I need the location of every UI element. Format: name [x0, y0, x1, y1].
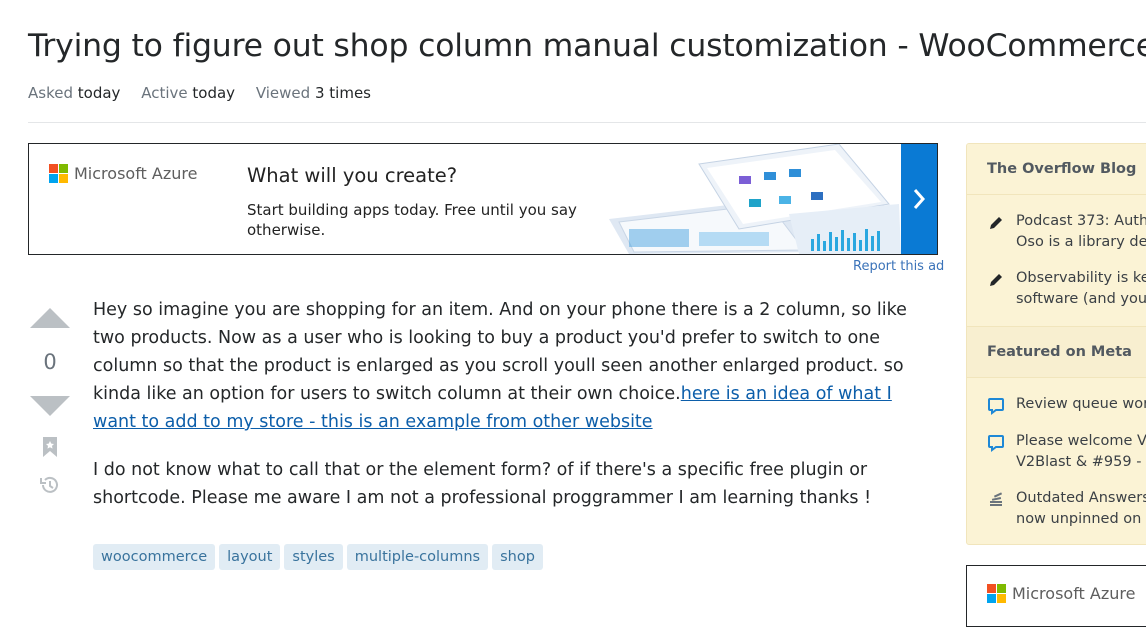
blog-item-line2: Oso is a library des: [1016, 234, 1146, 250]
meta-item-line2: V2Blast & #959 - S: [1016, 454, 1146, 470]
blog-item-line1: Podcast 373: Auth: [1016, 213, 1146, 229]
sidebar-widget: The Overflow Blog Podcast 373: Auth Oso …: [966, 143, 1146, 545]
viewed-label: Viewed: [255, 84, 311, 102]
microsoft-logo-icon: [987, 584, 1006, 603]
chevron-right-icon: [913, 189, 926, 209]
tag-styles[interactable]: styles: [284, 544, 343, 570]
meta-item[interactable]: Review queue wor: [967, 394, 1146, 415]
meta-item-line1: Outdated Answers: [1016, 490, 1146, 506]
sidebar-ad-logo: Microsoft Azure: [987, 584, 1135, 603]
sidebar-ad[interactable]: Microsoft Azure: [966, 565, 1146, 627]
tag-woocommerce[interactable]: woocommerce: [93, 544, 216, 570]
tag-shop[interactable]: shop: [492, 544, 543, 570]
header-divider: [28, 122, 1146, 123]
ad-next-button[interactable]: [901, 144, 937, 254]
upvote-arrow-icon[interactable]: [30, 308, 70, 328]
ad-brand-name: Microsoft Azure: [74, 164, 198, 183]
pencil-icon: [990, 217, 1002, 229]
meta-heading: Featured on Meta: [967, 326, 1146, 378]
ad-banner[interactable]: Microsoft Azure What will you create? St…: [28, 143, 938, 255]
blog-heading: The Overflow Blog: [967, 144, 1146, 195]
meta-item[interactable]: Please welcome Va V2Blast & #959 - S: [967, 431, 1146, 473]
meta-item-line1: Review queue wor: [1016, 396, 1146, 412]
blog-item[interactable]: Observability is ke software (and your: [967, 268, 1146, 310]
page-title: Trying to figure out shop column manual …: [28, 28, 1146, 64]
blog-item-line1: Observability is ke: [1016, 270, 1146, 286]
meta-item-line1: Please welcome Va: [1016, 433, 1146, 449]
ad-brand-logo: Microsoft Azure: [49, 164, 197, 183]
ad-headline: What will you create?: [247, 164, 458, 187]
question-body: Hey so imagine you are shopping for an i…: [93, 296, 933, 532]
tag-layout[interactable]: layout: [219, 544, 281, 570]
meta-item[interactable]: Outdated Answers now unpinned on: [967, 488, 1146, 530]
pencil-icon: [990, 274, 1002, 286]
meta-item-line2: now unpinned on: [1016, 511, 1142, 527]
downvote-arrow-icon[interactable]: [30, 396, 70, 416]
blog-item[interactable]: Podcast 373: Auth Oso is a library des: [967, 211, 1146, 253]
vote-count: 0: [43, 350, 57, 374]
microsoft-logo-icon: [49, 164, 68, 183]
chat-bubble-icon: [988, 398, 1004, 415]
bookmark-icon[interactable]: [41, 436, 59, 458]
sidebar-ad-brand: Microsoft Azure: [1012, 584, 1136, 603]
report-ad-link[interactable]: Report this ad: [853, 259, 944, 274]
active-label: Active: [141, 84, 188, 102]
chat-bubble-icon: [988, 435, 1004, 452]
active-value: today: [192, 84, 236, 102]
history-icon[interactable]: [38, 473, 62, 497]
tag-list: woocommerce layout styles multiple-colum…: [93, 544, 547, 570]
question-paragraph: Hey so imagine you are shopping for an i…: [93, 296, 933, 436]
asked-label: Asked: [28, 84, 73, 102]
asked-value: today: [77, 84, 121, 102]
stack-icon: [990, 492, 1003, 506]
viewed-value: 3 times: [314, 84, 371, 102]
ad-dashboard-illustration: [609, 144, 901, 254]
question-paragraph: I do not know what to call that or the e…: [93, 460, 872, 508]
ad-body: Start building apps today. Free until yo…: [247, 201, 577, 239]
question-meta: Asked today Active today Viewed 3 times: [28, 84, 387, 102]
blog-item-line2: software (and your: [1016, 291, 1146, 307]
tag-multiple-columns[interactable]: multiple-columns: [346, 544, 489, 570]
